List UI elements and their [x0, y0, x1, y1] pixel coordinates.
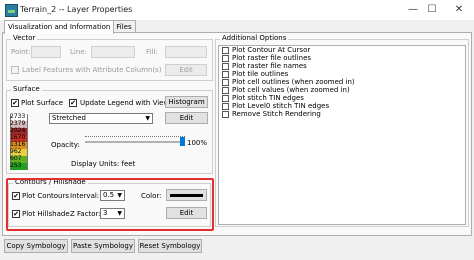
option-checkbox[interactable]	[222, 111, 229, 118]
plot-surface-label: Plot Surface	[21, 99, 64, 107]
surface-edit-button[interactable]: Edit	[165, 112, 208, 124]
fill-label: Fill:	[146, 48, 158, 56]
legend-value: 2379	[10, 120, 26, 127]
option-label: Plot Level0 stitch TIN edges	[232, 102, 330, 110]
additional-options-list[interactable]: Plot Contour At Cursor Plot raster file o…	[218, 45, 466, 225]
option-label: Plot raster file outlines	[232, 54, 312, 62]
app-icon	[5, 4, 18, 17]
option-checkbox[interactable]	[222, 95, 229, 102]
label-features-label: Label Features with Attribute Column(s)	[22, 66, 162, 74]
option-label: Plot Contour At Cursor	[232, 46, 311, 54]
option-label: Plot cell outlines (when zoomed in)	[232, 78, 355, 86]
chevron-down-icon: ▼	[145, 115, 150, 122]
surface-style-select[interactable]: Stretched ▼	[49, 113, 153, 124]
option-checkbox[interactable]	[222, 79, 229, 86]
vector-group: Vector Point: Line: Fill: Label Features…	[6, 34, 213, 81]
window-title: Terrain_2 -- Layer Properties	[20, 5, 133, 14]
label-features-checkbox[interactable]	[11, 66, 19, 74]
paste-symbology-button[interactable]: Paste Symbology	[71, 239, 135, 253]
option-label: Plot tile outlines	[232, 70, 289, 78]
legend-value: 1316	[10, 141, 26, 148]
legend-value: 1670	[10, 134, 26, 141]
elevation-legend: 2733 2379 2024 1670 1316 962 607 253	[10, 113, 46, 172]
highlight-box	[6, 178, 214, 231]
legend-value: 607	[10, 155, 22, 162]
histogram-button[interactable]: Histogram	[165, 96, 208, 108]
legend-value: 2024	[10, 127, 26, 134]
tab-visualization[interactable]: Visualization and Information	[4, 20, 115, 34]
option-checkbox[interactable]	[222, 47, 229, 54]
surface-style-value: Stretched	[52, 114, 86, 122]
point-style-button[interactable]	[31, 46, 61, 58]
point-label: Point:	[11, 48, 31, 56]
reset-symbology-button[interactable]: Reset Symbology	[138, 239, 202, 253]
legend-value: 962	[10, 148, 22, 155]
surface-group-label: Surface	[11, 85, 42, 93]
surface-group: Surface 2733 2379 2024 1670 1316 962 607 253 ✔ …	[6, 85, 213, 174]
option-label: Plot cell values (when zoomed in)	[232, 86, 350, 94]
line-label: Line:	[70, 48, 87, 56]
opacity-slider-thumb[interactable]	[180, 137, 185, 146]
additional-options-group: Additional Options Plot Contour At Curso…	[215, 34, 469, 227]
option-label: Remove Stitch Rendering	[232, 110, 321, 118]
option-checkbox[interactable]	[222, 103, 229, 110]
legend-value: 253	[10, 162, 22, 169]
line-style-button[interactable]	[91, 46, 135, 58]
opacity-label: Opacity:	[51, 141, 80, 149]
additional-options-label: Additional Options	[220, 34, 289, 42]
vector-edit-button[interactable]: Edit	[165, 64, 207, 76]
update-legend-checkbox[interactable]: ✔	[69, 99, 77, 107]
opacity-slider[interactable]	[85, 134, 185, 146]
option-checkbox[interactable]	[222, 71, 229, 78]
update-legend-label: Update Legend with View	[80, 99, 170, 107]
title-bar: Terrain_2 -- Layer Properties — ☐ ✕	[0, 0, 474, 20]
option-item[interactable]: Remove Stitch Rendering	[219, 110, 465, 119]
fill-style-button[interactable]	[165, 46, 207, 58]
legend-value: 2733	[10, 113, 26, 120]
option-checkbox[interactable]	[222, 63, 229, 70]
option-label: Plot raster file names	[232, 62, 307, 70]
vector-group-label: Vector	[11, 34, 38, 42]
option-label: Plot stitch TIN edges	[232, 94, 304, 102]
opacity-value: 100%	[187, 139, 208, 147]
minimize-button[interactable]: —	[405, 4, 421, 16]
display-units-label: Display Units: feet	[71, 160, 136, 168]
option-checkbox[interactable]	[222, 87, 229, 94]
close-button[interactable]: ✕	[451, 4, 467, 16]
plot-surface-checkbox[interactable]: ✔	[11, 99, 19, 107]
option-checkbox[interactable]	[222, 55, 229, 62]
maximize-button[interactable]: ☐	[424, 4, 440, 16]
copy-symbology-button[interactable]: Copy Symbology	[4, 239, 68, 253]
